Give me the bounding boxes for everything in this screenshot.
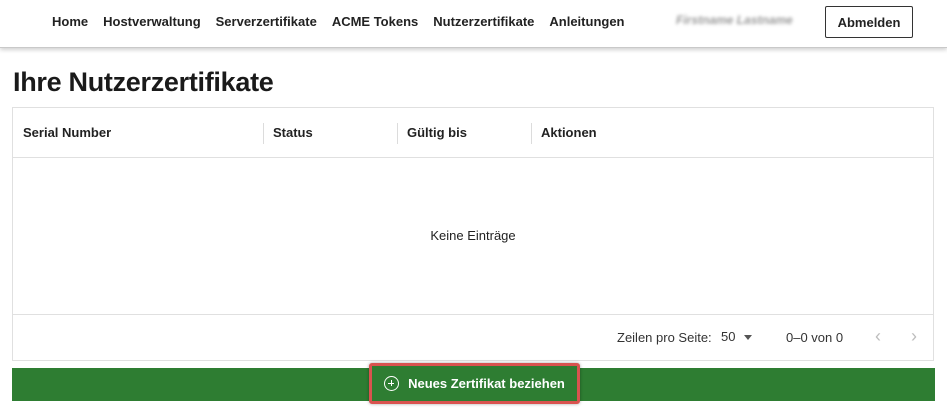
new-certificate-label: Neues Zertifikat beziehen: [408, 376, 565, 391]
rows-per-page-label: Zeilen pro Seite:: [617, 330, 712, 345]
rows-per-page-value: 50: [721, 329, 736, 344]
user-name: Firstname Lastname: [676, 13, 793, 27]
chevron-right-icon[interactable]: ›: [903, 326, 925, 348]
top-navbar: Home Hostverwaltung Serverzertifikate AC…: [0, 0, 947, 48]
add-circle-icon: [384, 376, 400, 391]
chevron-left-icon[interactable]: ‹: [867, 326, 889, 348]
column-separator[interactable]: [263, 123, 264, 144]
column-header-aktionen[interactable]: Aktionen: [541, 125, 597, 140]
page-title: Ihre Nutzerzertifikate: [13, 67, 274, 97]
nav-link-acme-tokens[interactable]: ACME Tokens: [332, 14, 418, 29]
nav-link-nutzerzertifikate[interactable]: Nutzerzertifikate: [433, 14, 534, 29]
logout-button[interactable]: Abmelden: [825, 6, 913, 38]
nav-links: Home Hostverwaltung Serverzertifikate AC…: [52, 14, 640, 29]
empty-table-message: Keine Einträge: [430, 228, 516, 243]
column-header-gueltig-bis[interactable]: Gültig bis: [407, 125, 467, 140]
table-header: Serial Number Status Gültig bis Aktionen: [13, 108, 933, 158]
column-separator[interactable]: [531, 123, 532, 144]
nav-link-anleitungen[interactable]: Anleitungen: [549, 14, 624, 29]
new-certificate-button[interactable]: Neues Zertifikat beziehen: [369, 363, 580, 404]
dropdown-arrow-icon: [744, 335, 753, 341]
nav-link-hostverwaltung[interactable]: Hostverwaltung: [103, 14, 201, 29]
column-separator[interactable]: [397, 123, 398, 144]
column-header-serial-number[interactable]: Serial Number: [23, 125, 111, 140]
nav-link-serverzertifikate[interactable]: Serverzertifikate: [216, 14, 317, 29]
nav-link-home[interactable]: Home: [52, 14, 88, 29]
column-header-status[interactable]: Status: [273, 125, 313, 140]
pagination-range: 0–0 von 0: [786, 330, 844, 345]
certificates-table: Serial Number Status Gültig bis Aktionen…: [12, 107, 934, 361]
rows-per-page-select[interactable]: 50: [721, 329, 753, 344]
table-pagination: Zeilen pro Seite: 50 0–0 von 0 ‹ ›: [13, 314, 933, 360]
